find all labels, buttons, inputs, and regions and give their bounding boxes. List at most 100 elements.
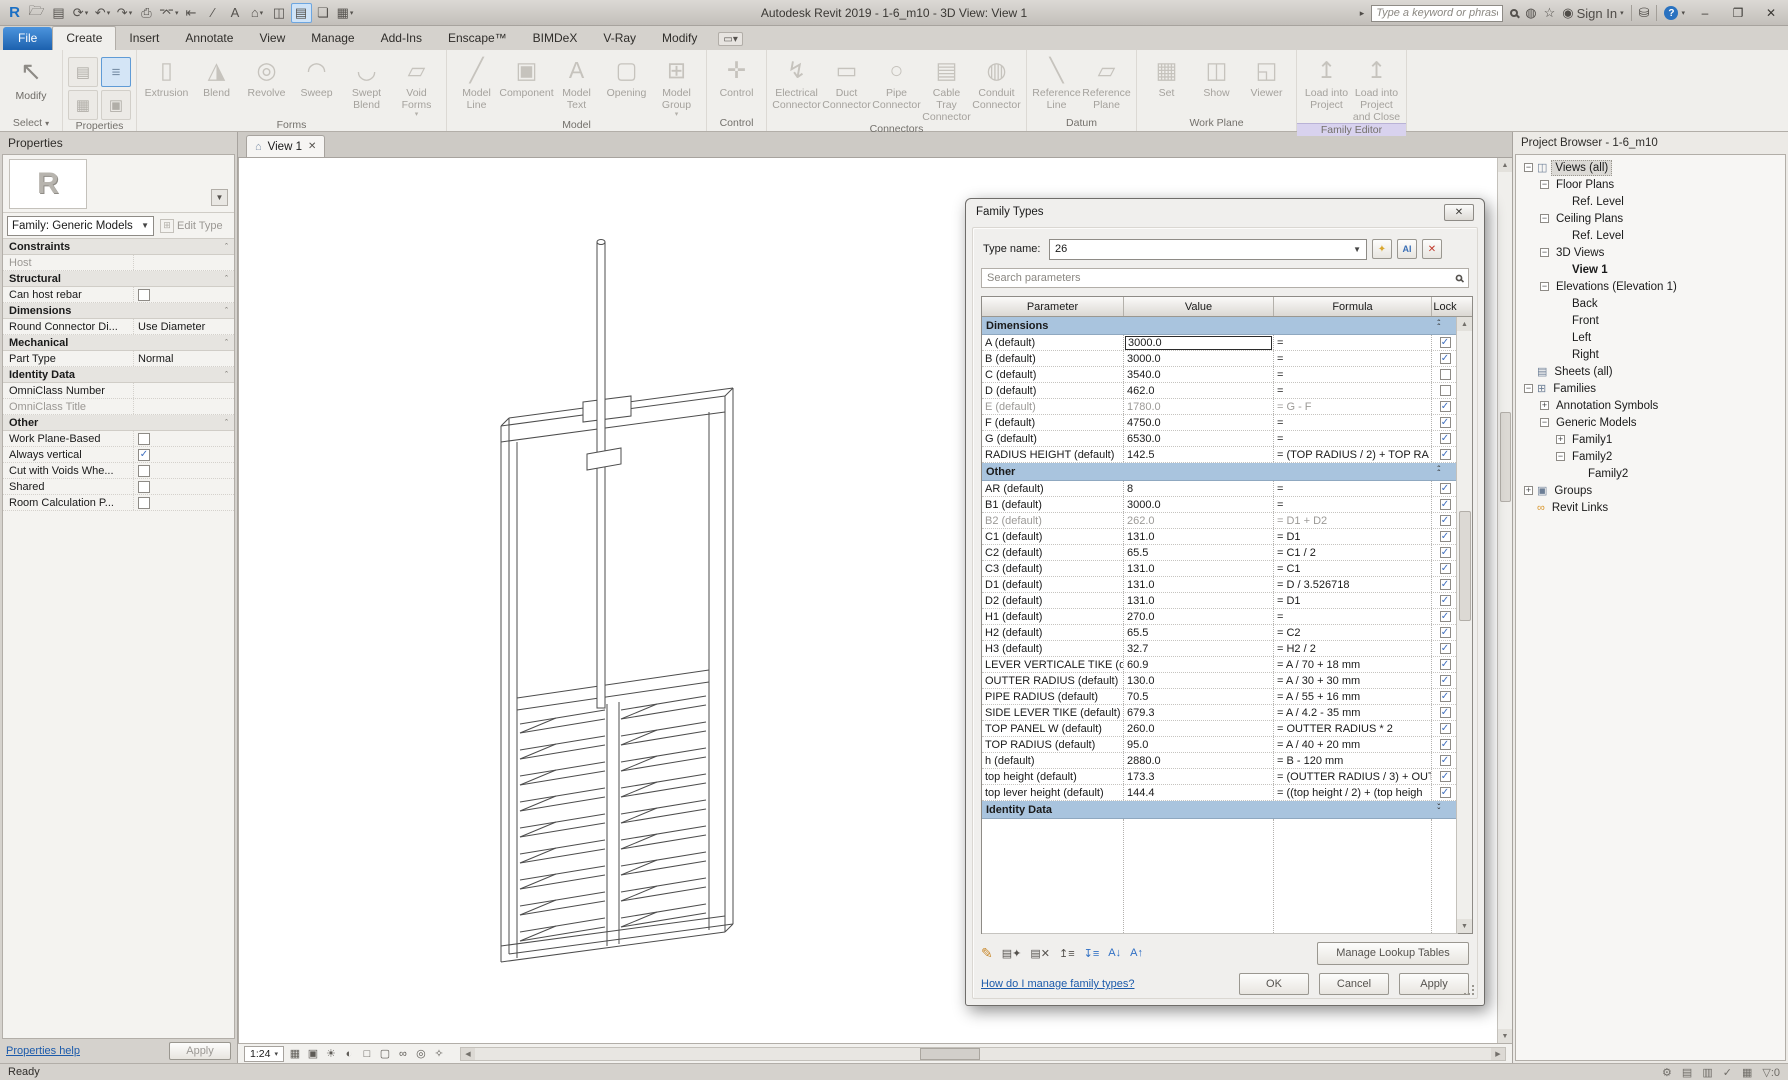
expand-search-icon[interactable]: ▸ [1360, 8, 1365, 19]
expand-icon[interactable]: + [1556, 435, 1565, 444]
checkbox-unchecked[interactable] [138, 433, 150, 445]
preview-dropdown-icon[interactable]: ▼ [211, 189, 228, 206]
collapse-icon[interactable]: − [1540, 282, 1549, 291]
parameter-lock-cell[interactable]: ✓ [1432, 785, 1458, 800]
view-tab[interactable]: ⌂ View 1 ✕ [246, 135, 325, 157]
checkbox-unchecked[interactable] [138, 497, 150, 509]
control-button[interactable]: ✛Control [712, 53, 761, 99]
parameter-value-cell[interactable]: 8 [1124, 481, 1274, 496]
parameter-value-cell[interactable]: 65.5 [1124, 625, 1274, 640]
tab-v-ray[interactable]: V-Ray [590, 27, 649, 50]
reference-plane-button[interactable]: ▱Reference Plane [1082, 53, 1131, 111]
component-button[interactable]: ▣Component [502, 53, 551, 99]
move-parameter-up-icon[interactable]: ↥≡ [1059, 947, 1075, 960]
tab-annotate[interactable]: Annotate [172, 27, 246, 50]
parameter-formula-cell[interactable]: = ((top height / 2) + (top heigh [1274, 785, 1432, 800]
vertical-scroll-thumb[interactable] [1500, 412, 1511, 502]
scroll-left-icon[interactable]: ◀ [461, 1048, 475, 1060]
tree-item-left[interactable]: Left [1516, 329, 1785, 346]
parameter-lock-cell[interactable]: ✓ [1432, 657, 1458, 672]
parameter-value-cell[interactable]: 131.0 [1124, 593, 1274, 608]
close-hidden-windows-icon[interactable]: ❏ [313, 3, 334, 23]
tree-item-views-all-[interactable]: −◫Views (all) [1516, 159, 1785, 176]
lock-checkbox-checked[interactable]: ✓ [1440, 337, 1451, 348]
parameter-value-cell[interactable]: 3000.0 [1124, 497, 1274, 512]
parameter-formula-cell[interactable]: = (TOP RADIUS / 2) + TOP RA [1274, 447, 1432, 462]
property-value[interactable]: Normal [133, 351, 234, 366]
panel-label-select[interactable]: Select▾ [0, 115, 62, 131]
parameter-lock-cell[interactable]: ✓ [1432, 529, 1458, 544]
collapse-icon[interactable]: − [1540, 180, 1549, 189]
lock-checkbox-checked[interactable]: ✓ [1440, 611, 1451, 622]
tree-item-sheets-all-[interactable]: ▤Sheets (all) [1516, 363, 1785, 380]
tree-item-back[interactable]: Back [1516, 295, 1785, 312]
parameter-formula-cell[interactable]: = [1274, 415, 1432, 430]
property-value[interactable] [133, 479, 234, 494]
family-parameters-button[interactable]: ▣ [101, 90, 131, 120]
parameter-lock-cell[interactable]: ✓ [1432, 769, 1458, 784]
panel-label-model[interactable]: Model [447, 119, 706, 131]
collapse-icon[interactable]: − [1540, 248, 1549, 257]
tree-item-groups[interactable]: +▣Groups [1516, 482, 1785, 499]
column-header-value[interactable]: Value [1124, 297, 1274, 316]
scroll-up-icon[interactable]: ▲ [1498, 158, 1512, 172]
edit-type-button[interactable]: ⊞ Edit Type [158, 216, 230, 236]
checkbox-unchecked[interactable] [138, 481, 150, 493]
sort-descending-icon[interactable]: A↑ [1130, 947, 1143, 959]
lock-checkbox-checked[interactable]: ✓ [1440, 417, 1451, 428]
lock-checkbox-checked[interactable]: ✓ [1440, 707, 1451, 718]
parameter-formula-cell[interactable]: = C1 / 2 [1274, 545, 1432, 560]
parameter-lock-cell[interactable]: ✓ [1432, 641, 1458, 656]
crop-view-icon[interactable]: □ [358, 1046, 376, 1062]
column-header-formula[interactable]: Formula [1274, 297, 1432, 316]
lock-checkbox-checked[interactable]: ✓ [1440, 691, 1451, 702]
parameter-value-cell[interactable]: 262.0 [1124, 513, 1274, 528]
expand-icon[interactable]: + [1540, 401, 1549, 410]
parameter-formula-cell[interactable]: = [1274, 431, 1432, 446]
property-group-dimensions[interactable]: Dimensionsˆ [3, 303, 234, 319]
type-name-dropdown[interactable]: 26▼ [1049, 239, 1367, 260]
swept-blend-button[interactable]: ◡Swept Blend [342, 53, 391, 111]
sync-icon[interactable]: ⟳▾ [70, 3, 91, 23]
family-connections-button[interactable]: ▦ [68, 90, 98, 120]
expand-icon[interactable]: + [1524, 486, 1533, 495]
model-line-icon[interactable]: ∕ [203, 3, 224, 23]
parameter-formula-cell[interactable]: = [1274, 351, 1432, 366]
apply-button[interactable]: Apply [1399, 973, 1469, 995]
extrusion-button[interactable]: ▯Extrusion [142, 53, 191, 99]
thin-lines-icon[interactable]: ▤ [291, 3, 312, 23]
parameter-value-cell[interactable]: 3000.0 [1124, 335, 1274, 350]
tab-view[interactable]: View [246, 27, 298, 50]
tree-item-family2[interactable]: Family2 [1516, 465, 1785, 482]
lock-checkbox-unchecked[interactable] [1440, 385, 1451, 396]
property-value[interactable] [133, 287, 234, 302]
tree-item-floor-plans[interactable]: −Floor Plans [1516, 176, 1785, 193]
model-text-button[interactable]: AModel Text [552, 53, 601, 111]
tree-item-revit-links[interactable]: ∞Revit Links [1516, 499, 1785, 516]
switch-windows-icon[interactable]: ▦▾ [335, 3, 356, 23]
property-value[interactable] [133, 383, 234, 398]
default-3d-view-icon[interactable]: ⌂▾ [247, 3, 268, 23]
lock-checkbox-checked[interactable]: ✓ [1440, 499, 1451, 510]
opening-button[interactable]: ▢Opening [602, 53, 651, 99]
parameter-formula-cell[interactable]: = D1 [1274, 529, 1432, 544]
property-group-constraints[interactable]: Constraintsˆ [3, 239, 234, 255]
checkbox-checked[interactable]: ✓ [138, 449, 150, 461]
panel-label-properties[interactable]: Properties [63, 120, 136, 132]
reveal-hidden-icon[interactable]: ◎ [412, 1046, 430, 1062]
parameter-formula-cell[interactable]: = A / 30 + 30 mm [1274, 673, 1432, 688]
favorites-star-icon[interactable]: ☆ [1544, 5, 1556, 21]
press-drag-icon[interactable]: ▦ [1742, 1066, 1752, 1079]
column-header-parameter[interactable]: Parameter [982, 297, 1124, 316]
parameter-lock-cell[interactable]: ✓ [1432, 593, 1458, 608]
property-group-other[interactable]: Otherˆ [3, 415, 234, 431]
panel-label-connectors[interactable]: Connectors [767, 123, 1026, 135]
family-types-button[interactable]: ≡ [101, 57, 131, 87]
lock-checkbox-checked[interactable]: ✓ [1440, 353, 1451, 364]
section-icon[interactable]: ◫ [269, 3, 290, 23]
manage-family-types-help-link[interactable]: How do I manage family types? [981, 978, 1134, 990]
type-selector-dropdown[interactable]: Family: Generic Models▼ [7, 216, 154, 236]
measure-icon[interactable]: ⌤▾ [158, 3, 180, 23]
section-header-identity-data[interactable]: Identity Dataˇˇ [982, 801, 1458, 819]
parameter-formula-cell[interactable]: = [1274, 497, 1432, 512]
